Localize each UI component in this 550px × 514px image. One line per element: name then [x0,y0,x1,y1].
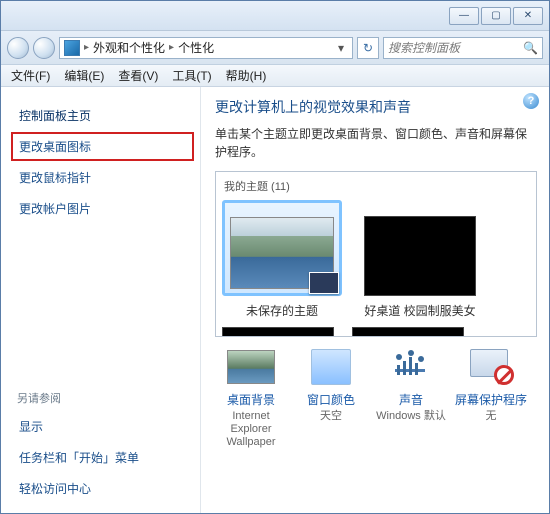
my-themes-title: 我的主题 (11) [222,176,530,200]
menu-edit[interactable]: 编辑(E) [64,67,104,84]
option-screen-saver[interactable]: 屏幕保护程序 无 [455,347,527,450]
sidebar-change-desktop-icons[interactable]: 更改桌面图标 [11,132,194,161]
desktop-background-icon [227,350,275,384]
maximize-button[interactable]: ▢ [481,7,511,25]
sidebar-taskbar-start[interactable]: 任务栏和「开始」菜单 [11,443,194,472]
page-description: 单击某个主题立即更改桌面背景、窗口颜色、声音和屏幕保护程序。 [215,125,537,161]
option-value: 天空 [295,410,367,423]
menu-help[interactable]: 帮助(H) [226,67,267,84]
option-label: 桌面背景 [215,391,287,408]
chevron-right-icon[interactable]: ▸ [169,42,174,53]
theme-item-unsaved[interactable]: 未保存的主题 [222,200,342,319]
nav-back-button[interactable] [7,37,29,59]
nav-forward-button[interactable] [33,37,55,59]
control-panel-icon [64,40,80,56]
help-icon[interactable]: ? [523,93,539,109]
theme-label: 好桌道 校园制服美女 [360,302,480,319]
option-value: Windows 默认 [375,410,447,423]
sidebar-home[interactable]: 控制面板主页 [11,101,194,130]
sidebar-see-also-title: 另请参阅 [9,386,196,410]
sidebar-change-mouse-pointer[interactable]: 更改鼠标指针 [11,163,194,192]
sidebar-display[interactable]: 显示 [11,412,194,441]
option-window-color[interactable]: 窗口颜色 天空 [295,347,367,450]
main-panel: ? 更改计算机上的视觉效果和声音 单击某个主题立即更改桌面背景、窗口颜色、声音和… [201,87,549,513]
minimize-button[interactable]: — [449,7,479,25]
disabled-icon [494,365,514,385]
theme-thumbnail [364,216,476,296]
menu-file[interactable]: 文件(F) [11,67,50,84]
theme-thumbnail-partial[interactable] [352,327,464,337]
option-sound[interactable]: 声音 Windows 默认 [375,347,447,450]
title-bar: — ▢ ✕ [1,1,549,31]
option-value: 无 [455,410,527,423]
chevron-down-icon[interactable]: ▾ [334,41,348,55]
breadcrumb[interactable]: ▸ 外观和个性化 ▸ 个性化 ▾ [59,37,353,59]
option-desktop-background[interactable]: 桌面背景 Internet Explorer Wallpaper [215,347,287,450]
screen-saver-icon [470,349,512,385]
search-placeholder: 搜索控制面板 [388,39,523,56]
menu-tools[interactable]: 工具(T) [172,67,211,84]
my-themes-group: 我的主题 (11) 未保存的主题 [215,171,537,337]
breadcrumb-segment[interactable]: 个性化 [178,39,214,56]
refresh-button[interactable]: ↻ [357,37,379,59]
control-panel-window: — ▢ ✕ ▸ 外观和个性化 ▸ 个性化 ▾ ↻ 搜索控制面板 🔍 文件(F) … [0,0,550,514]
page-title: 更改计算机上的视觉效果和声音 [215,97,537,117]
sidebar-change-account-picture[interactable]: 更改帐户图片 [11,194,194,223]
search-icon[interactable]: 🔍 [523,41,538,55]
address-bar: ▸ 外观和个性化 ▸ 个性化 ▾ ↻ 搜索控制面板 🔍 [1,31,549,65]
theme-label: 未保存的主题 [222,302,342,319]
theme-thumbnail-partial[interactable] [222,327,334,337]
content-body: 控制面板主页 更改桌面图标 更改鼠标指针 更改帐户图片 另请参阅 显示 任务栏和… [1,87,549,513]
menu-view[interactable]: 查看(V) [118,67,158,84]
menu-bar: 文件(F) 编辑(E) 查看(V) 工具(T) 帮助(H) [1,65,549,87]
option-label: 屏幕保护程序 [455,391,527,408]
sidebar-ease-of-access[interactable]: 轻松访问中心 [11,474,194,503]
option-value: Internet Explorer Wallpaper [215,410,287,450]
sidebar: 控制面板主页 更改桌面图标 更改鼠标指针 更改帐户图片 另请参阅 显示 任务栏和… [1,87,201,513]
chevron-right-icon[interactable]: ▸ [84,42,89,53]
theme-options-row: 桌面背景 Internet Explorer Wallpaper 窗口颜色 天空… [215,347,537,450]
theme-item-good[interactable]: 好桌道 校园制服美女 [360,200,480,319]
option-label: 窗口颜色 [295,391,367,408]
window-color-overlay-icon [309,272,339,294]
theme-thumbnail [230,217,334,289]
breadcrumb-segment[interactable]: 外观和个性化 [93,39,165,56]
sound-icon [389,349,433,385]
option-label: 声音 [375,391,447,408]
search-input[interactable]: 搜索控制面板 🔍 [383,37,543,59]
close-button[interactable]: ✕ [513,7,543,25]
window-color-icon [311,349,351,385]
